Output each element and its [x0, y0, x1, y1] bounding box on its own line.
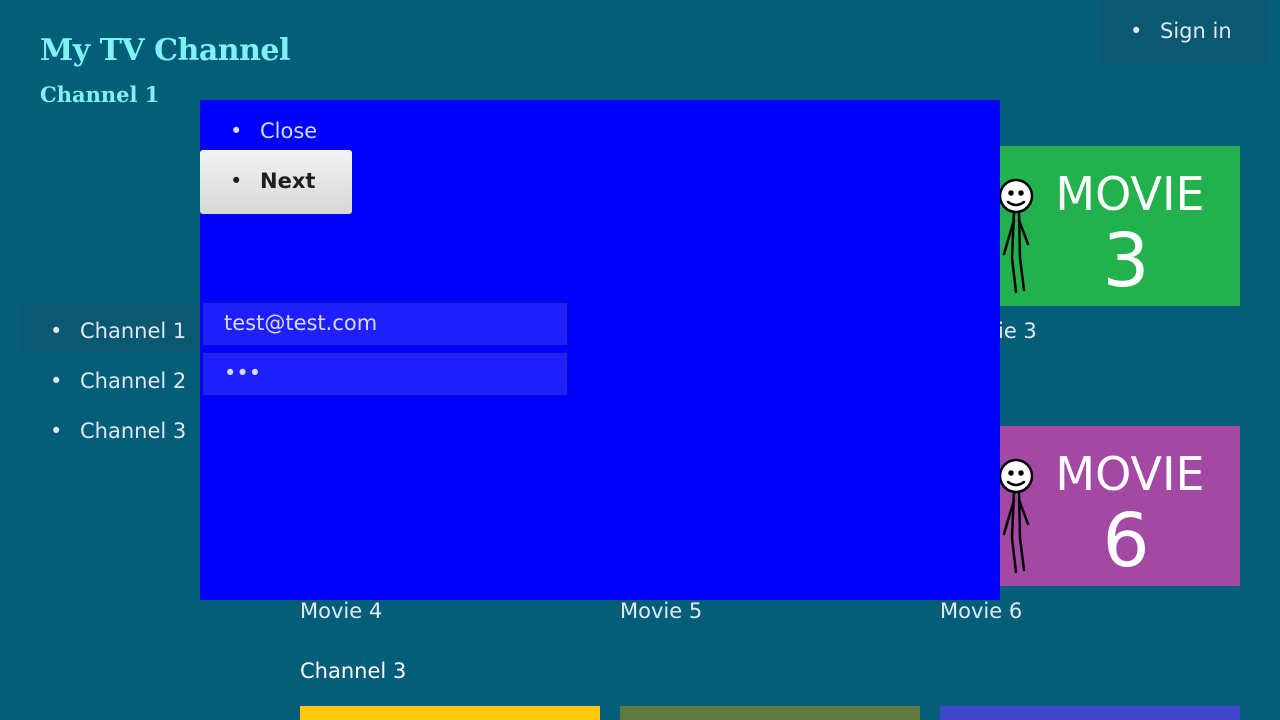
sign-in-button[interactable]: Sign in [1130, 16, 1232, 46]
movie-4-label: Movie 4 [300, 599, 383, 623]
movie-tile-7[interactable] [300, 706, 600, 720]
movie-tile-9[interactable] [940, 706, 1240, 720]
channel-menu: Channel 1 Channel 2 Channel 3 [20, 302, 210, 460]
current-channel-title: Channel 1 [40, 82, 160, 107]
app-title: My TV Channel [40, 33, 290, 68]
movie-3-poster-number: 3 [1102, 218, 1149, 304]
movie-6-poster-title: MOVIE [1055, 447, 1204, 501]
sign-in-menu[interactable]: Sign in [1100, 0, 1266, 64]
channel-menu-item-2[interactable]: Channel 2 [20, 352, 210, 410]
next-button-label: Next [260, 169, 316, 193]
channel-menu-item-3[interactable]: Channel 3 [20, 402, 210, 460]
movie-3-label: ie 3 [998, 319, 1037, 343]
movie-6-poster-number: 6 [1102, 498, 1149, 584]
email-field[interactable]: test@test.com [202, 302, 568, 346]
close-button[interactable]: Close [230, 116, 317, 146]
channel-menu-item-1[interactable]: Channel 1 [20, 302, 210, 360]
movie-tile-8[interactable] [620, 706, 920, 720]
movie-6-label: Movie 6 [940, 599, 1023, 623]
next-button[interactable]: Next [200, 150, 352, 214]
sign-in-dialog: Close Next test@test.com ••• [200, 100, 1000, 600]
password-field[interactable]: ••• [202, 352, 568, 396]
channel-3-row-title: Channel 3 [300, 659, 407, 683]
movie-5-label: Movie 5 [620, 599, 703, 623]
movie-3-poster-title: MOVIE [1055, 167, 1204, 221]
